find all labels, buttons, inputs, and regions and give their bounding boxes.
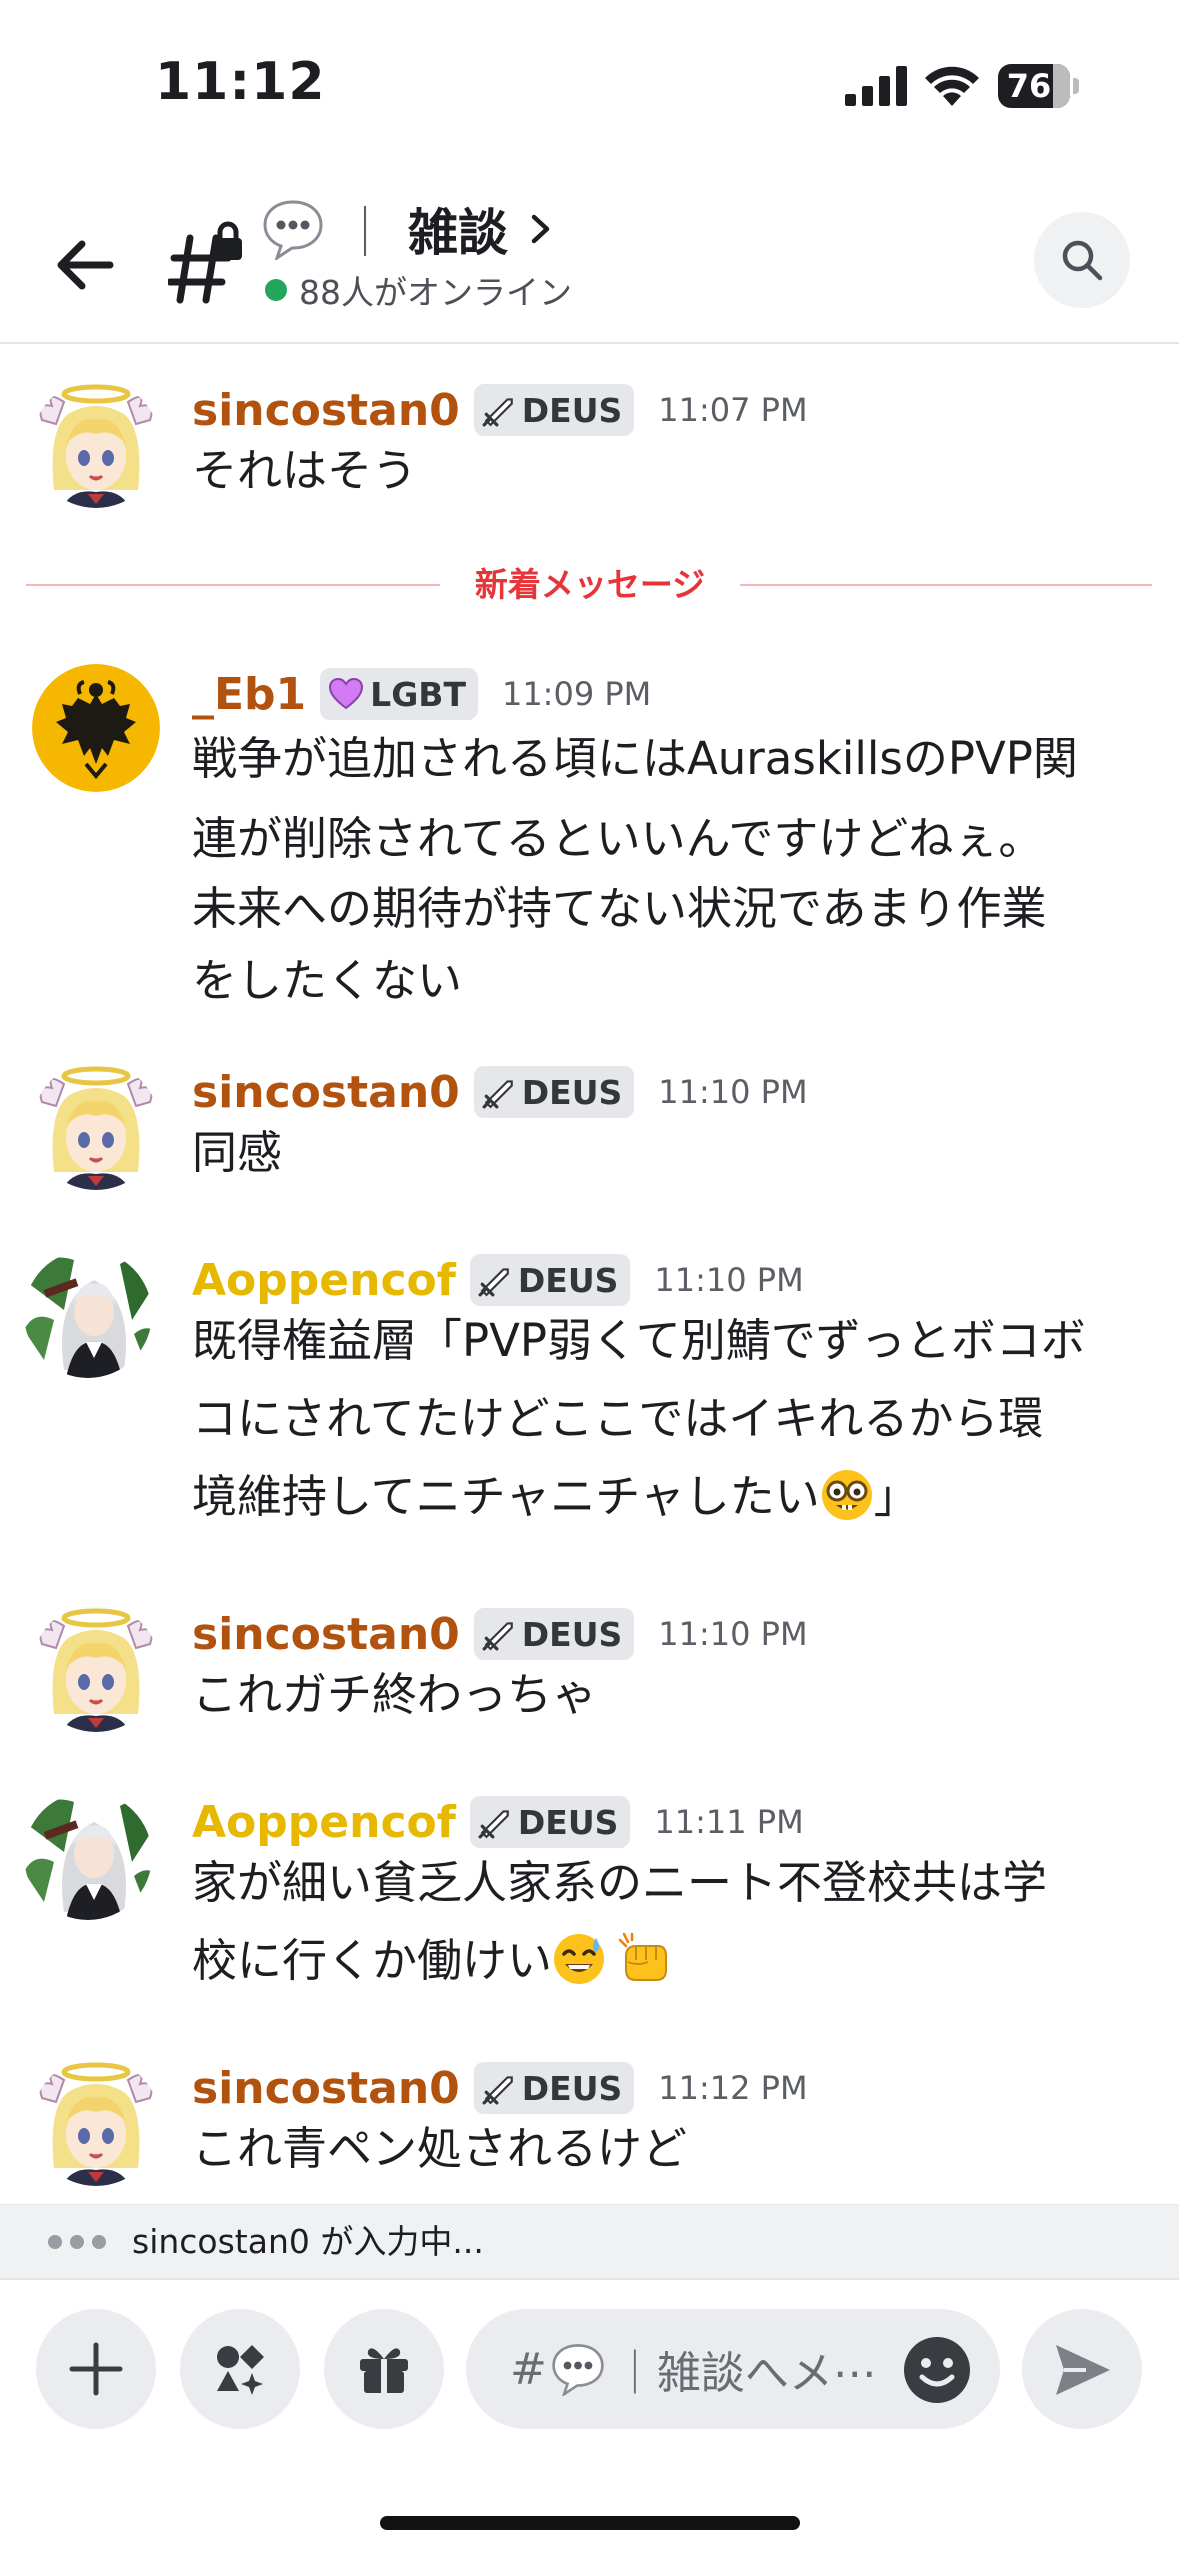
- battery-icon: 76: [998, 64, 1079, 108]
- channel-name: 雑談: [408, 204, 508, 262]
- message-header: sincostan0 DEUS 11:07 PM: [192, 380, 808, 440]
- silver-hair-girl-avatar-icon: [24, 1250, 152, 1378]
- message-text: それはそう: [192, 444, 418, 497]
- message-text: 既得権益層「PVP弱くて別鯖でずっとボコボ コにされてたけどここではイキれるから…: [192, 1314, 1086, 1523]
- crossed-swords-icon: [478, 1267, 510, 1297]
- username[interactable]: sincostan0: [192, 385, 460, 436]
- timestamp: 11:10 PM: [654, 1261, 804, 1299]
- username[interactable]: sincostan0: [192, 1067, 460, 1118]
- typing-dots-icon: [48, 2235, 114, 2249]
- role-badge: DEUS: [469, 1796, 631, 1848]
- battery-level: 76: [1006, 67, 1052, 105]
- message-text: 同感: [192, 1126, 283, 1179]
- typing-text: sincostan0 が入力中...: [132, 2222, 484, 2261]
- home-indicator: [380, 2516, 800, 2530]
- timestamp: 11:07 PM: [658, 391, 808, 429]
- avatar-sincostan0[interactable]: [32, 1604, 160, 1732]
- avatar-sincostan0[interactable]: [32, 2058, 160, 2186]
- cellular-signal-icon: [845, 66, 907, 106]
- online-dot-icon: [265, 279, 287, 301]
- message-text: 戦争が追加される頃にはAuraskillsのPVP関 連が削除されてるといいんで…: [192, 732, 1078, 1007]
- gift-icon: [360, 2348, 408, 2393]
- role-badge: DEUS: [473, 1608, 635, 1660]
- silver-hair-girl-avatar-icon: [24, 1792, 152, 1920]
- message-header: Aoppencof DEUS 11:11 PM: [192, 1792, 804, 1852]
- sweat-smile-icon: [554, 1934, 605, 1984]
- role-badge: DEUS: [473, 1066, 635, 1118]
- fist-bump-icon: [618, 1932, 668, 1981]
- avatar-_Eb1[interactable]: [32, 664, 160, 792]
- search-icon: [1062, 240, 1103, 281]
- username[interactable]: _Eb1: [192, 669, 306, 720]
- send-arrow-icon: [1056, 2345, 1110, 2395]
- channel-title[interactable]: ｜ 雑談: [262, 194, 554, 264]
- send-button[interactable]: [1022, 2309, 1142, 2429]
- online-text: 88人がオンライン: [299, 273, 572, 312]
- nerd-face-icon: [821, 1470, 872, 1520]
- chevron-right-icon: [531, 214, 550, 244]
- username[interactable]: sincostan0: [192, 2063, 460, 2114]
- crossed-swords-icon: [478, 1809, 510, 1839]
- crossed-swords-icon: [482, 1621, 514, 1651]
- emoji-picker-icon[interactable]: [902, 2335, 972, 2405]
- role-badge: DEUS: [473, 384, 635, 436]
- locked-text-channel-icon: [168, 221, 242, 304]
- message-composer: # ｜雑談へメ⋯: [0, 2278, 1179, 2556]
- blonde-angel-avatar-icon: [32, 1062, 160, 1190]
- purple-heart-icon: [329, 677, 364, 710]
- timestamp: 11:11 PM: [654, 1803, 804, 1841]
- username[interactable]: Aoppencof: [192, 1797, 456, 1848]
- speech-bubble-icon: [552, 2344, 604, 2396]
- channel-separator: ｜: [340, 204, 390, 262]
- status-time: 11:12: [155, 52, 326, 112]
- role-badge: DEUS: [469, 1254, 631, 1306]
- timestamp: 11:09 PM: [501, 675, 652, 713]
- apps-button[interactable]: [180, 2309, 300, 2429]
- double-headed-eagle-avatar-icon: [32, 664, 160, 792]
- avatar-Aoppencof[interactable]: [24, 1250, 152, 1378]
- gift-button[interactable]: [324, 2309, 444, 2429]
- crossed-swords-icon: [482, 397, 514, 427]
- crossed-swords-icon: [482, 1079, 514, 1109]
- search-button[interactable]: [1034, 212, 1130, 308]
- crossed-swords-icon: [482, 2075, 514, 2105]
- avatar-sincostan0[interactable]: [32, 380, 160, 508]
- timestamp: 11:10 PM: [658, 1073, 808, 1111]
- message-header: sincostan0 DEUS 11:10 PM: [192, 1604, 808, 1664]
- status-bar: 11:12 76: [0, 0, 1179, 170]
- add-attachment-button[interactable]: [36, 2309, 156, 2429]
- message-text: これ青ペン処されるけど: [192, 2122, 688, 2175]
- message-header: sincostan0 DEUS 11:10 PM: [192, 1062, 808, 1122]
- online-count: 88人がオンライン: [265, 266, 572, 314]
- username[interactable]: Aoppencof: [192, 1255, 456, 1306]
- plus-icon: [69, 2342, 123, 2396]
- blonde-angel-avatar-icon: [32, 380, 160, 508]
- role-badge: LGBT: [320, 668, 478, 720]
- typing-indicator: sincostan0 が入力中...: [0, 2204, 1179, 2278]
- message-header: sincostan0 DEUS 11:12 PM: [192, 2058, 808, 2118]
- message-header: _Eb1 LGBT 11:09 PM: [192, 664, 651, 724]
- message-header: Aoppencof DEUS 11:10 PM: [192, 1250, 804, 1310]
- speech-bubble-icon: [263, 200, 323, 260]
- channel-header: ｜ 雑談 88人がオンライン: [0, 170, 1179, 344]
- message-text: 家が細い貧乏人家系のニート不登校共は学 校に行くか働けい: [192, 1856, 1048, 1987]
- message-text: これガチ終わっちゃ: [192, 1668, 598, 1721]
- new-messages-label: 新着メッセージ: [440, 560, 740, 610]
- back-arrow-icon[interactable]: [40, 220, 130, 310]
- blonde-angel-avatar-icon: [32, 1604, 160, 1732]
- apps-shapes-icon: [217, 2345, 264, 2395]
- avatar-Aoppencof[interactable]: [24, 1792, 152, 1920]
- timestamp: 11:12 PM: [658, 2069, 808, 2107]
- wifi-icon: [925, 66, 979, 106]
- blonde-angel-avatar-icon: [32, 2058, 160, 2186]
- message-input-placeholder: # ｜雑談へメ⋯: [510, 2343, 877, 2400]
- role-badge: DEUS: [473, 2062, 635, 2114]
- username[interactable]: sincostan0: [192, 1609, 460, 1660]
- timestamp: 11:10 PM: [658, 1615, 808, 1653]
- avatar-sincostan0[interactable]: [32, 1062, 160, 1190]
